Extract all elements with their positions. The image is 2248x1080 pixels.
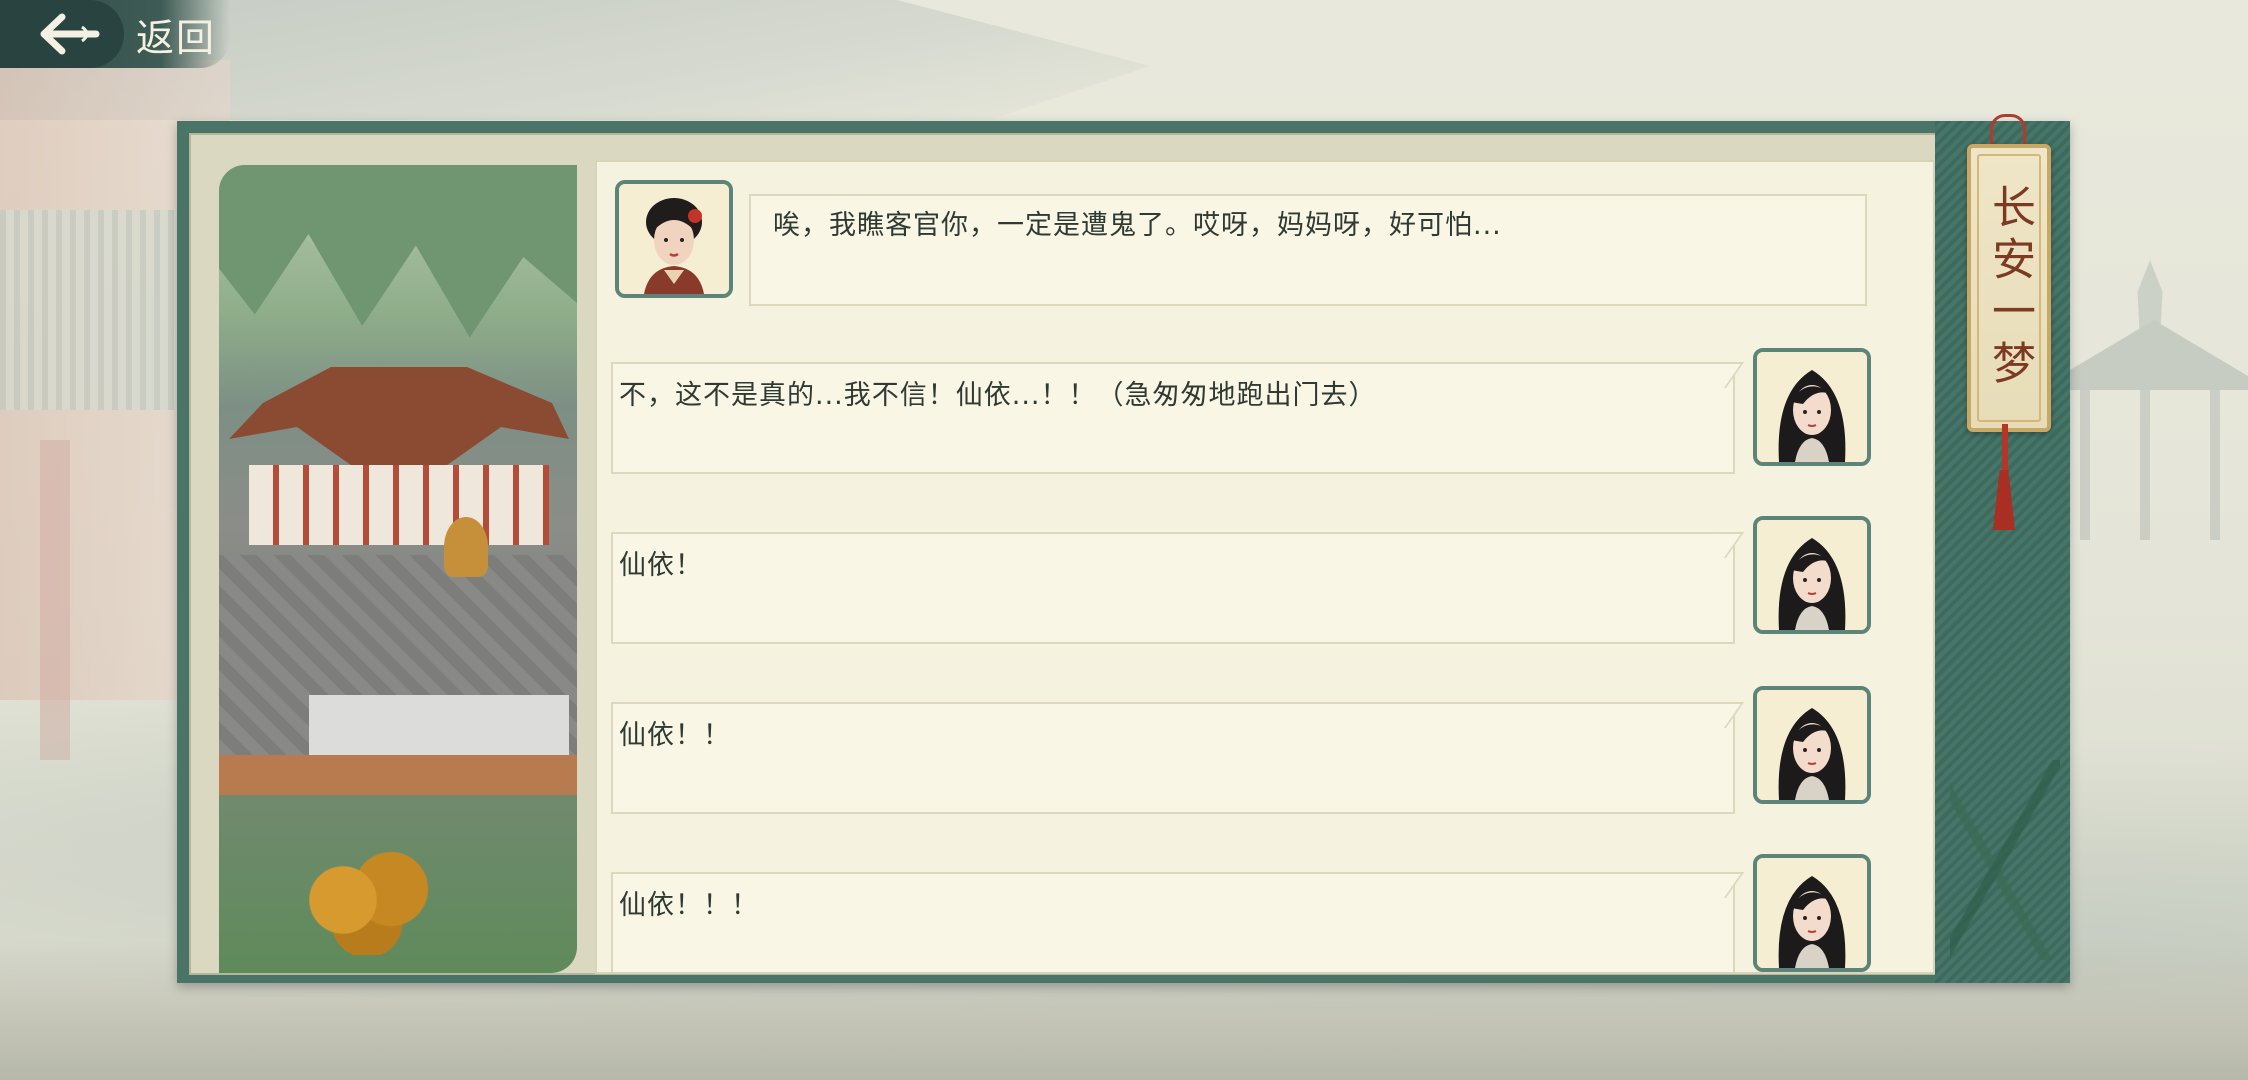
dialogue-text: 唉，我瞧客官你，一定是遭鬼了。哎呀，妈妈呀，好可怕... (773, 210, 1502, 241)
background-pavilion (2060, 260, 2248, 540)
dialogue-text: 仙依！！ (619, 720, 731, 751)
speaker-avatar-right (1753, 516, 1871, 634)
speaker-avatar-left (615, 180, 733, 298)
dialogue-bubble: 仙依！！ (611, 702, 1735, 814)
story-panel: 唉，我瞧客官你，一定是遭鬼了。哎呀，妈妈呀，好可怕... 不，这不是真的...我… (177, 121, 2070, 983)
story-title-tag: 长安一梦 (1967, 144, 2051, 432)
back-label: 返回 (136, 15, 217, 60)
heroine-portrait-icon (1757, 352, 1867, 462)
heroine-portrait-icon (1757, 858, 1867, 968)
story-title: 长安一梦 (1984, 184, 2035, 392)
speaker-avatar-right (1753, 854, 1871, 972)
woman-red-hairpin-portrait-icon (619, 184, 729, 294)
dialogue-bubble: 仙依！！！ (611, 872, 1735, 972)
dialogue-log[interactable]: 唉，我瞧客官你，一定是遭鬼了。哎呀，妈妈呀，好可怕... 不，这不是真的...我… (595, 160, 1935, 974)
back-arrow-icon (0, 0, 124, 68)
speaker-avatar-right (1753, 686, 1871, 804)
bamboo-leaves-decoration (1950, 760, 2060, 960)
dialogue-text: 不，这不是真的...我不信！仙依...！！（急匆匆地跑出门去） (619, 380, 1377, 411)
dialogue-bubble: 唉，我瞧客官你，一定是遭鬼了。哎呀，妈妈呀，好可怕... (749, 194, 1867, 306)
dialogue-bubble: 不，这不是真的...我不信！仙依...！！（急匆匆地跑出门去） (611, 362, 1735, 474)
dialogue-text: 仙依！ (619, 550, 703, 581)
dialogue-bubble: 仙依！ (611, 532, 1735, 644)
speaker-avatar-right (1753, 348, 1871, 466)
back-button[interactable]: 返回 (0, 0, 230, 68)
scene-illustration (219, 165, 577, 973)
heroine-portrait-icon (1757, 520, 1867, 630)
dialogue-text: 仙依！！！ (619, 890, 759, 921)
story-panel-inner: 唉，我瞧客官你，一定是遭鬼了。哎呀，妈妈呀，好可怕... 不，这不是真的...我… (189, 133, 1950, 975)
heroine-portrait-icon (1757, 690, 1867, 800)
